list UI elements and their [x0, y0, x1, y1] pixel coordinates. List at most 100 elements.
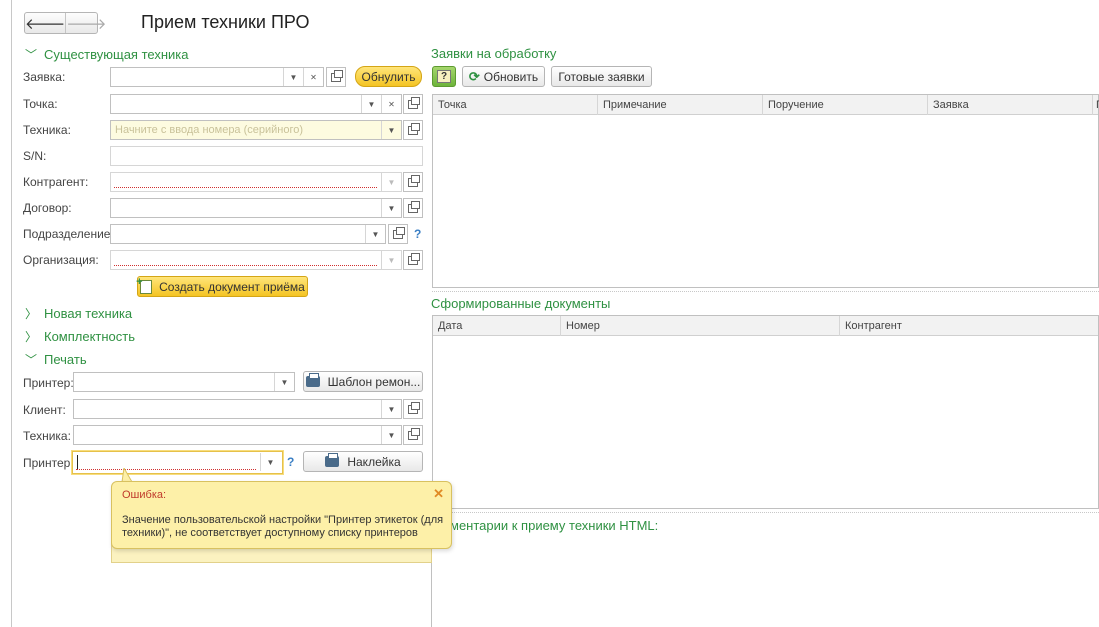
- comments-title: ментарии к приему техники HTML:: [450, 518, 659, 533]
- open-tehnika-button[interactable]: [403, 120, 423, 140]
- reset-button[interactable]: Обнулить: [355, 66, 422, 87]
- refresh-button[interactable]: ⟳ Обновить: [462, 66, 545, 87]
- section-new-header[interactable]: 〉 Новая техника: [25, 305, 132, 322]
- printer2-label: Принтер:: [23, 456, 74, 470]
- chevron-down-icon[interactable]: ▼: [274, 373, 294, 391]
- print-tehnika-field[interactable]: ▼: [73, 425, 402, 445]
- sticker-label: Наклейка: [347, 454, 401, 469]
- chevron-down-icon[interactable]: ▼: [381, 199, 401, 217]
- column-header[interactable]: Примечание: [598, 95, 763, 115]
- add-document-icon: [136, 276, 153, 294]
- open-organizaciya-button[interactable]: [403, 250, 423, 270]
- help-icon[interactable]: ?: [287, 455, 294, 469]
- podrazdelenie-field[interactable]: ▼: [110, 224, 386, 244]
- chevron-right-icon: 〉: [25, 307, 38, 321]
- printer2-field[interactable]: ▼: [72, 451, 283, 474]
- zayavka-label: Заявка:: [23, 70, 66, 84]
- help-icon[interactable]: ?: [414, 227, 421, 241]
- open-podrazdelenie-button[interactable]: [388, 224, 408, 244]
- zayavka-field[interactable]: ▼ ✕: [110, 67, 324, 87]
- column-header[interactable]: П: [1093, 95, 1099, 115]
- kontragent-field[interactable]: ▼: [110, 172, 402, 192]
- section-existing-label: Существующая техника: [44, 47, 189, 62]
- repair-template-label: Шаблон ремон...: [327, 374, 421, 389]
- printer-icon: [325, 453, 340, 467]
- tochka-field[interactable]: ▼ ✕: [110, 94, 402, 114]
- section-print-header[interactable]: ﹀ Печать: [25, 351, 87, 368]
- error-tooltip: Ошибка: ✕ Значение пользовательской наст…: [111, 481, 452, 549]
- panel-divider[interactable]: [432, 512, 1099, 513]
- column-header[interactable]: Точка: [433, 95, 598, 115]
- chevron-down-icon: ▼: [381, 173, 401, 191]
- chevron-down-icon[interactable]: ▼: [260, 453, 280, 471]
- error-message: Значение пользовательской настройки "При…: [122, 514, 444, 539]
- organizaciya-field[interactable]: ▼: [110, 250, 402, 270]
- dogovor-label: Договор:: [23, 201, 72, 215]
- close-icon[interactable]: ✕: [433, 486, 444, 502]
- sn-field[interactable]: [110, 146, 423, 166]
- requests-table-header: Точка Примечание Поручение Заявка П: [433, 95, 1099, 115]
- requests-title: Заявки на обработку: [431, 46, 557, 61]
- page-title: Прием техники ПРО: [141, 12, 310, 32]
- ready-requests-button[interactable]: Готовые заявки: [551, 66, 652, 87]
- organizaciya-label: Организация:: [23, 253, 99, 267]
- clear-icon[interactable]: ✕: [303, 68, 323, 86]
- tehnika-field[interactable]: Начните с ввода номера (серийного) ▼: [110, 120, 402, 140]
- open-client-button[interactable]: [403, 399, 423, 419]
- open-print-tehnika-button[interactable]: [403, 425, 423, 445]
- dogovor-field[interactable]: ▼: [110, 198, 402, 218]
- column-header[interactable]: Поручение: [763, 95, 928, 115]
- printer-icon: [305, 373, 320, 387]
- required-underline: [114, 265, 377, 266]
- column-header[interactable]: Номер: [561, 316, 840, 336]
- refresh-icon: ⟳: [468, 68, 480, 84]
- open-icon: [393, 226, 405, 239]
- open-icon: [408, 401, 420, 414]
- chevron-down-icon[interactable]: ▼: [361, 95, 381, 113]
- create-document-button[interactable]: Создать документ приёма: [136, 276, 308, 297]
- section-completeness-label: Комплектность: [44, 329, 136, 344]
- chevron-down-icon: ﹀: [25, 48, 38, 62]
- chevron-down-icon: ﹀: [25, 353, 38, 367]
- open-kontragent-button[interactable]: [403, 172, 423, 192]
- panel-divider[interactable]: [432, 291, 1099, 292]
- chevron-down-icon[interactable]: ▼: [365, 225, 385, 243]
- open-icon: [408, 96, 420, 109]
- repair-template-button[interactable]: Шаблон ремон...: [303, 371, 423, 392]
- open-zayavka-button[interactable]: [326, 67, 346, 87]
- documents-title: Сформированные документы: [431, 296, 611, 311]
- chevron-down-icon[interactable]: ▼: [283, 68, 303, 86]
- sn-label: S/N:: [23, 149, 47, 163]
- left-frame-line: [11, 0, 12, 627]
- back-button[interactable]: 🡐: [25, 13, 65, 33]
- requests-help-button[interactable]: ?: [432, 66, 456, 87]
- column-header[interactable]: Заявка: [928, 95, 1093, 115]
- open-icon: [408, 122, 420, 135]
- open-dogovor-button[interactable]: [403, 198, 423, 218]
- chevron-down-icon[interactable]: ▼: [381, 400, 401, 418]
- nav-group: 🡐 🡒: [24, 12, 106, 34]
- chevron-down-icon[interactable]: ▼: [381, 426, 401, 444]
- chevron-down-icon[interactable]: ▼: [381, 121, 401, 139]
- documents-table[interactable]: Дата Номер Контрагент: [432, 315, 1099, 509]
- required-underline: [76, 469, 256, 470]
- open-icon: [331, 69, 343, 82]
- podrazdelenie-label: Подразделение:: [23, 227, 114, 241]
- clear-icon[interactable]: ✕: [381, 95, 401, 113]
- create-document-label: Создать документ приёма: [159, 279, 305, 294]
- section-completeness-header[interactable]: 〉 Комплектность: [25, 328, 135, 345]
- column-header[interactable]: Дата: [433, 316, 561, 336]
- forward-button[interactable]: 🡒: [65, 13, 106, 33]
- tooltip-pointer: [121, 468, 133, 482]
- requests-table[interactable]: Точка Примечание Поручение Заявка П: [432, 94, 1099, 288]
- client-field[interactable]: ▼: [73, 399, 402, 419]
- open-tochka-button[interactable]: [403, 94, 423, 114]
- column-header[interactable]: Контрагент: [840, 316, 1099, 336]
- section-existing-header[interactable]: ﹀ Существующая техника: [25, 46, 188, 63]
- chevron-down-icon: ▼: [381, 251, 401, 269]
- error-title: Ошибка:: [122, 489, 167, 501]
- arrow-left-icon: 🡐: [25, 15, 66, 33]
- sticker-button[interactable]: Наклейка: [303, 451, 423, 472]
- printer1-field[interactable]: ▼: [73, 372, 295, 392]
- question-icon: ?: [437, 70, 451, 83]
